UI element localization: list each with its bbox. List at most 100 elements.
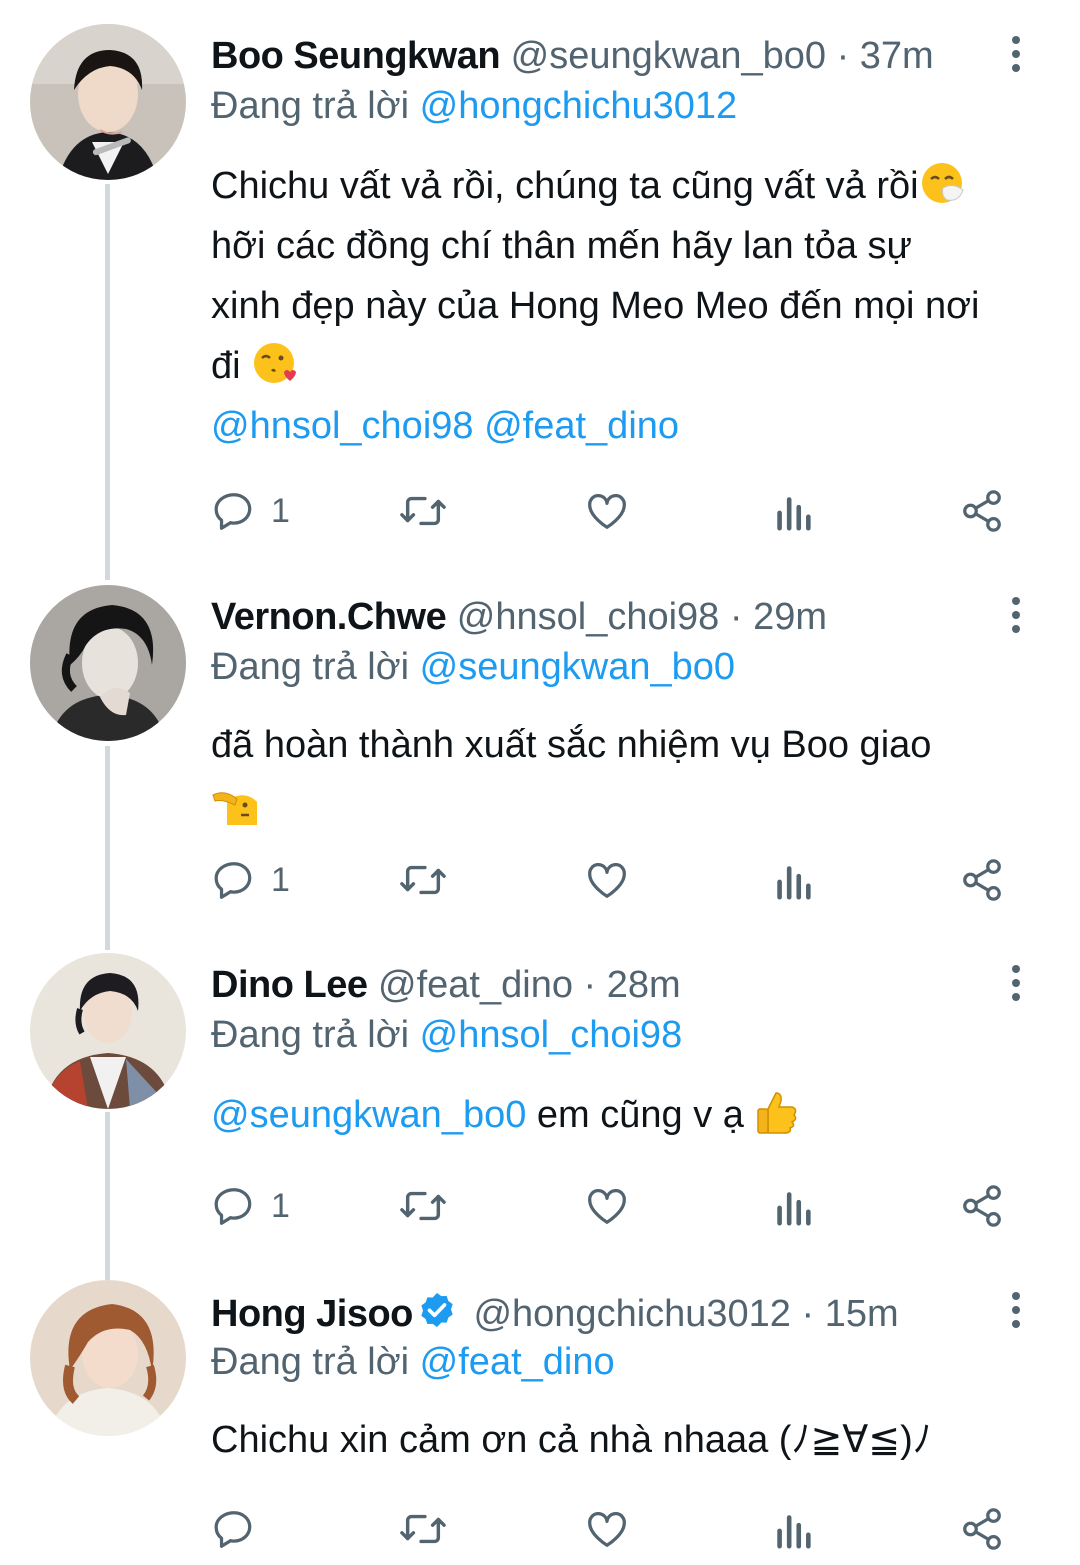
replying-to-label: Đang trả lời: [211, 85, 410, 127]
reply-button[interactable]: 1: [211, 855, 290, 905]
share-button[interactable]: [959, 1181, 1005, 1231]
tweet[interactable]: Boo Seungkwan @seungkwan_bo0 · 37m Đang …: [0, 24, 1080, 564]
tweet-text: Chichu xin cảm ơn cả nhà nhaaa (ﾉ≧∀≦)ﾉ: [211, 1410, 1051, 1470]
tweet-text-line: đi: [211, 345, 241, 387]
replying-to-mention[interactable]: @hongchichu3012: [420, 85, 738, 127]
reply-count: 1: [271, 860, 290, 899]
views-button[interactable]: [773, 855, 813, 905]
mention-link[interactable]: @hnsol_choi98: [211, 405, 474, 447]
more-icon[interactable]: [1005, 965, 1027, 1009]
share-icon: [963, 859, 1001, 901]
replying-to-mention[interactable]: @feat_dino: [420, 1341, 615, 1383]
like-icon: [588, 494, 626, 529]
tweet-text: @seungkwan_bo0 em cũng v ạ: [211, 1085, 1051, 1145]
tweet-text-line: em cũng v ạ: [536, 1094, 744, 1136]
sneezing-face-emoji: [921, 163, 964, 203]
author-handle[interactable]: @seungkwan_bo0: [511, 35, 826, 77]
author-name[interactable]: Vernon.Chwe: [211, 596, 447, 638]
avatar[interactable]: [30, 1280, 186, 1436]
replying-to: Đang trả lời @hongchichu3012: [211, 84, 737, 128]
avatar[interactable]: [30, 953, 186, 1109]
views-button[interactable]: [773, 1181, 813, 1231]
avatar[interactable]: [30, 24, 186, 180]
more-icon[interactable]: [1005, 597, 1027, 641]
tweet-actions: 1: [211, 486, 1031, 536]
like-button[interactable]: [583, 1181, 631, 1231]
reply-icon: [214, 1188, 252, 1225]
retweet-button[interactable]: [397, 1504, 449, 1554]
avatar[interactable]: [30, 585, 186, 741]
author-name[interactable]: Dino Lee: [211, 964, 368, 1006]
reply-icon: [214, 862, 252, 899]
share-icon: [963, 1185, 1001, 1227]
author-name[interactable]: Hong Jisoo: [211, 1293, 413, 1335]
retweet-button[interactable]: [397, 486, 449, 536]
author-name[interactable]: Boo Seungkwan: [211, 35, 501, 77]
tweet-actions: 1: [211, 855, 1031, 905]
like-icon: [588, 863, 626, 898]
retweet-button[interactable]: [397, 1181, 449, 1231]
retweet-icon: [400, 496, 446, 526]
retweet-icon: [400, 1191, 446, 1221]
more-icon[interactable]: [1005, 1292, 1027, 1336]
separator-dot: ·: [583, 964, 597, 1006]
reply-button[interactable]: [211, 1504, 271, 1554]
views-button[interactable]: [773, 486, 813, 536]
more-icon[interactable]: [1005, 36, 1027, 80]
tweet-text-line: Chichu xin cảm ơn cả nhà nhaaa (ﾉ≧∀≦)ﾉ: [211, 1419, 932, 1461]
timestamp[interactable]: 29m: [753, 596, 827, 638]
retweet-button[interactable]: [397, 855, 449, 905]
replying-to-label: Đang trả lời: [211, 1014, 410, 1056]
mention-link[interactable]: @feat_dino: [484, 405, 679, 447]
separator-dot: ·: [801, 1293, 815, 1335]
like-icon: [588, 1512, 626, 1547]
author-handle[interactable]: @hongchichu3012: [473, 1293, 791, 1335]
like-icon: [588, 1189, 626, 1224]
tweet-text: đã hoàn thành xuất sắc nhiệm vụ Boo giao: [211, 715, 1051, 835]
share-icon: [963, 1508, 1001, 1550]
tweet-text: Chichu vất vả rồi, chúng ta cũng vất vả …: [211, 156, 1051, 456]
timestamp[interactable]: 15m: [825, 1293, 899, 1335]
tweet-text-line: đã hoàn thành xuất sắc nhiệm vụ Boo giao: [211, 724, 932, 766]
reply-button[interactable]: 1: [211, 486, 290, 536]
tweet[interactable]: Dino Lee @feat_dino · 28m Đang trả lời @…: [0, 953, 1080, 1243]
views-icon: [777, 866, 811, 900]
reply-button[interactable]: 1: [211, 1181, 290, 1231]
thumbs-up-emoji: [757, 1092, 797, 1134]
retweet-icon: [400, 865, 446, 895]
reply-icon: [214, 1511, 252, 1548]
reply-count: 1: [271, 1186, 290, 1225]
timestamp[interactable]: 37m: [860, 35, 934, 77]
views-icon: [777, 1192, 811, 1226]
timestamp[interactable]: 28m: [607, 964, 681, 1006]
tweet-text-line: hỡi các đồng chí thân mến hãy lan tỏa sự: [211, 225, 912, 267]
like-button[interactable]: [583, 1504, 631, 1554]
retweet-icon: [400, 1514, 446, 1544]
mention-link[interactable]: @seungkwan_bo0: [211, 1094, 526, 1136]
saluting-face-emoji: [212, 792, 257, 825]
replying-to-label: Đang trả lời: [211, 1341, 410, 1383]
replying-to: Đang trả lời @hnsol_choi98: [211, 1013, 682, 1057]
views-icon: [777, 1515, 811, 1549]
replying-to-mention[interactable]: @seungkwan_bo0: [420, 646, 735, 688]
share-button[interactable]: [959, 1504, 1005, 1554]
tweet-text-line: xinh đẹp này của Hong Meo Meo đến mọi nơ…: [211, 285, 980, 327]
author-handle[interactable]: @hnsol_choi98: [457, 596, 720, 638]
tweet-actions: [211, 1504, 1031, 1554]
reply-icon: [214, 493, 252, 530]
separator-dot: ·: [836, 35, 850, 77]
author-handle[interactable]: @feat_dino: [378, 964, 573, 1006]
share-button[interactable]: [959, 486, 1005, 536]
like-button[interactable]: [583, 855, 631, 905]
replying-to: Đang trả lời @feat_dino: [211, 1340, 615, 1384]
tweet[interactable]: Hong Jisoo @hongchichu3012 · 15m Đang tr…: [0, 1280, 1080, 1565]
like-button[interactable]: [583, 486, 631, 536]
share-button[interactable]: [959, 855, 1005, 905]
replying-to-mention[interactable]: @hnsol_choi98: [420, 1014, 683, 1056]
views-button[interactable]: [773, 1504, 813, 1554]
face-blowing-kiss-emoji: [254, 343, 297, 383]
share-icon: [963, 490, 1001, 532]
verified-badge-icon: [421, 1293, 453, 1327]
replying-to: Đang trả lời @seungkwan_bo0: [211, 645, 735, 689]
tweet[interactable]: Vernon.Chwe @hnsol_choi98 · 29m Đang trả…: [0, 585, 1080, 925]
